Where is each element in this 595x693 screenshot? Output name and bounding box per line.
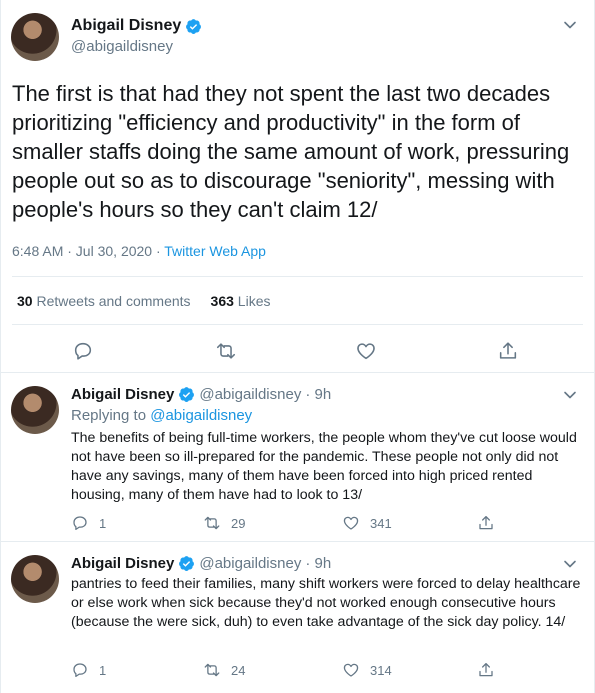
author-name[interactable]: Abigail Disney bbox=[71, 555, 174, 572]
share-icon[interactable] bbox=[477, 514, 495, 532]
retweet-icon[interactable] bbox=[203, 661, 221, 679]
retweet-count: 24 bbox=[231, 662, 246, 678]
reply-count: 1 bbox=[99, 515, 107, 531]
tweet-timestamp[interactable]: 6:48 AM · Jul 30, 2020 · bbox=[12, 243, 164, 259]
share-icon[interactable] bbox=[477, 661, 495, 679]
avatar[interactable] bbox=[11, 13, 59, 61]
like-icon[interactable] bbox=[355, 340, 377, 362]
author-name-text[interactable]: Abigail Disney bbox=[71, 17, 181, 35]
author-name[interactable]: Abigail Disney bbox=[71, 386, 174, 403]
reply-text: pantries to feed their families, many sh… bbox=[71, 576, 581, 630]
like-count: 314 bbox=[370, 662, 392, 678]
main-tweet: Abigail Disney @abigaildisney The first … bbox=[0, 0, 595, 370]
reply-text: The benefits of being full-time workers,… bbox=[71, 430, 577, 503]
author-handle[interactable]: @abigaildisney bbox=[199, 386, 301, 403]
reply-tweet[interactable]: Abigail Disney @abigaildisney · 9h pantr… bbox=[0, 549, 595, 693]
tweet-actions bbox=[0, 340, 595, 362]
thread-separator bbox=[0, 541, 595, 542]
chevron-down-icon[interactable] bbox=[563, 18, 577, 32]
reply-header: Abigail Disney @abigaildisney · 9h bbox=[71, 555, 331, 572]
reply-actions: 1 24 314 bbox=[71, 661, 511, 679]
reply-header: Abigail Disney @abigaildisney · 9h bbox=[71, 386, 331, 403]
reply-count: 1 bbox=[99, 662, 107, 678]
reply-action[interactable]: 1 bbox=[71, 661, 106, 679]
author-handle[interactable]: @abigaildisney bbox=[199, 555, 301, 572]
avatar[interactable] bbox=[11, 386, 59, 434]
retweets-label: Retweets and comments bbox=[36, 293, 191, 309]
reply-tweet[interactable]: Abigail Disney @abigaildisney · 9h Reply… bbox=[0, 380, 595, 540]
retweet-icon[interactable] bbox=[215, 340, 237, 362]
reply-icon[interactable] bbox=[71, 661, 89, 679]
reply-icon[interactable] bbox=[72, 340, 94, 362]
thread-separator bbox=[0, 372, 595, 373]
verified-icon bbox=[179, 387, 195, 402]
likes-label: Likes bbox=[237, 293, 271, 309]
replying-label: Replying to bbox=[71, 407, 151, 424]
share-action[interactable] bbox=[477, 661, 495, 679]
chevron-down-icon[interactable] bbox=[563, 388, 577, 402]
reply-actions: 1 29 341 bbox=[71, 514, 511, 532]
replying-to: Replying to @abigaildisney bbox=[71, 407, 252, 424]
share-icon[interactable] bbox=[497, 340, 519, 362]
tweet-time[interactable]: · 9h bbox=[305, 555, 331, 572]
retweets-stat[interactable]: 30 Retweets and comments bbox=[17, 293, 191, 309]
verified-icon bbox=[186, 18, 202, 34]
retweet-icon[interactable] bbox=[203, 514, 221, 532]
reply-action[interactable]: 1 bbox=[71, 514, 106, 532]
divider bbox=[12, 324, 583, 325]
like-icon[interactable] bbox=[342, 661, 360, 679]
like-action[interactable]: 314 bbox=[342, 661, 392, 679]
retweet-action[interactable]: 24 bbox=[203, 661, 245, 679]
chevron-down-icon[interactable] bbox=[563, 557, 577, 571]
verified-icon bbox=[179, 556, 195, 571]
likes-stat[interactable]: 363 Likes bbox=[211, 293, 271, 309]
tweet-stats: 30 Retweets and comments 363 Likes bbox=[17, 293, 270, 309]
like-count: 341 bbox=[370, 515, 392, 531]
retweet-action[interactable]: 29 bbox=[203, 514, 245, 532]
avatar[interactable] bbox=[11, 555, 59, 603]
retweets-count: 30 bbox=[17, 293, 33, 309]
reply-icon[interactable] bbox=[71, 514, 89, 532]
retweet-count: 29 bbox=[231, 515, 246, 531]
tweet-text: The first is that had they not spent the… bbox=[12, 81, 570, 222]
like-action[interactable]: 341 bbox=[342, 514, 392, 532]
tweet-time[interactable]: · 9h bbox=[305, 386, 331, 403]
replying-handle[interactable]: @abigaildisney bbox=[150, 407, 252, 424]
tweet-meta: 6:48 AM · Jul 30, 2020 · Twitter Web App bbox=[12, 243, 266, 259]
author-name[interactable]: Abigail Disney bbox=[71, 17, 202, 35]
divider bbox=[12, 276, 583, 277]
author-handle[interactable]: @abigaildisney bbox=[71, 38, 173, 55]
likes-count: 363 bbox=[210, 293, 234, 309]
like-icon[interactable] bbox=[342, 514, 360, 532]
share-action[interactable] bbox=[477, 514, 495, 532]
tweet-source-app[interactable]: Twitter Web App bbox=[164, 243, 266, 259]
